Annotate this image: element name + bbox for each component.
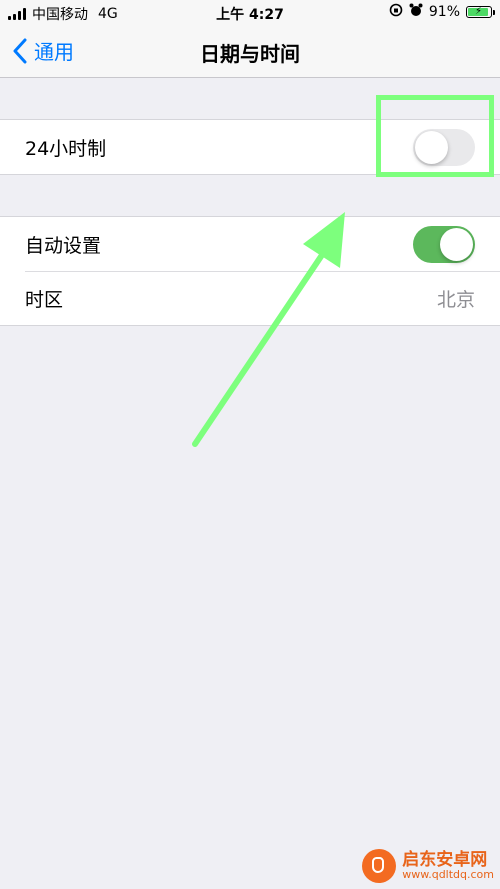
settings-group-auto: 自动设置 时区 北京 (0, 216, 500, 326)
navigation-bar: 通用 日期与时间 (0, 26, 500, 78)
setting-row-auto-set: 自动设置 (0, 217, 500, 271)
toggle-knob (440, 227, 473, 261)
watermark-url: www.qdltdq.com (402, 868, 494, 882)
setting-row-time-zone[interactable]: 时区 北京 (0, 271, 500, 325)
setting-label-time-zone: 时区 (25, 288, 64, 311)
alarm-icon (409, 3, 423, 21)
battery-percent: 91% (428, 4, 460, 20)
setting-label-auto-set: 自动设置 (25, 234, 102, 257)
watermark-logo-icon (362, 849, 397, 883)
status-right: 91% ⚡ (389, 3, 495, 21)
status-bar: 中国移动 4G 上午 4:27 91% ⚡ (0, 0, 500, 26)
highlight-box (376, 95, 494, 177)
auto-set-toggle[interactable] (413, 225, 475, 263)
time-zone-value: 北京 (436, 288, 475, 311)
watermark: 启东安卓网 www.qdltdq.com (362, 849, 494, 883)
lock-rotation-icon (389, 3, 403, 21)
page-title: 日期与时间 (200, 42, 300, 66)
battery-icon: ⚡ (466, 6, 495, 18)
watermark-name: 启东安卓网 (402, 849, 488, 870)
